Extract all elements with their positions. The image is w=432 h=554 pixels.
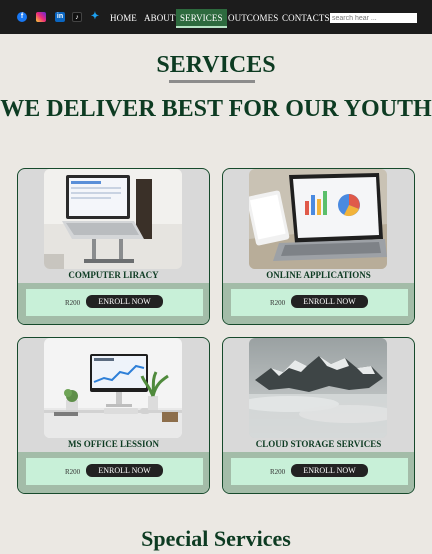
twitter-icon[interactable]: ✦ [90, 12, 100, 22]
enroll-button[interactable]: ENROLL NOW [86, 464, 163, 477]
service-card-online-applications: ONLINE APPLICATIONS R200 ENROLL NOW [222, 168, 415, 325]
price-box: R200 ENROLL NOW [26, 458, 203, 485]
enroll-button[interactable]: ENROLL NOW [86, 295, 163, 308]
price-label: R200 [270, 468, 286, 476]
card-title: MS OFFICE LESSION [67, 439, 160, 449]
laptop-on-stand-image [44, 169, 182, 269]
service-card-ms-office: MS OFFICE LESSION R200 ENROLL NOW [17, 337, 210, 494]
title-underline [169, 80, 255, 83]
card-footer: R200 ENROLL NOW [223, 452, 414, 493]
price-label: R200 [270, 299, 286, 307]
search-input[interactable] [330, 13, 417, 23]
nav-contacts-link[interactable]: CONTACTS [282, 13, 330, 23]
service-card-cloud-storage: CLOUD STORAGE SERVICES R200 ENROLL NOW [222, 337, 415, 494]
nav-outcomes-link[interactable]: OUTCOMES [228, 13, 278, 23]
facebook-icon[interactable]: f [17, 12, 27, 22]
price-label: R200 [65, 299, 81, 307]
top-nav: f in ♪ ✦ HOME ABOUT SERVICES OUTCOMES CO… [0, 0, 432, 34]
price-box: R200 ENROLL NOW [231, 289, 408, 316]
card-title: ONLINE APPLICATIONS [266, 270, 371, 280]
tiktok-icon[interactable]: ♪ [72, 12, 82, 22]
desktop-workspace-image [44, 338, 182, 438]
nav-home-link[interactable]: HOME [110, 13, 137, 23]
special-services-heading: Special Services [141, 526, 291, 551]
page-subtitle: WE DELIVER BEST FOR OUR YOUTH [0, 96, 432, 122]
instagram-icon[interactable] [36, 12, 46, 22]
price-label: R200 [65, 468, 81, 476]
page-title: SERVICES [156, 52, 276, 78]
card-footer: R200 ENROLL NOW [18, 283, 209, 324]
laptop-with-charts-image [249, 169, 387, 269]
card-footer: R200 ENROLL NOW [223, 283, 414, 324]
misty-mountain-image [249, 338, 387, 438]
card-title: COMPUTER LIRACY [68, 270, 159, 280]
enroll-button[interactable]: ENROLL NOW [291, 464, 368, 477]
nav-about-link[interactable]: ABOUT [144, 13, 176, 23]
nav-services-link[interactable]: SERVICES [176, 9, 227, 28]
price-box: R200 ENROLL NOW [231, 458, 408, 485]
card-footer: R200 ENROLL NOW [18, 452, 209, 493]
price-box: R200 ENROLL NOW [26, 289, 203, 316]
service-card-computer-literacy: COMPUTER LIRACY R200 ENROLL NOW [17, 168, 210, 325]
card-title: CLOUD STORAGE SERVICES [255, 439, 382, 449]
enroll-button[interactable]: ENROLL NOW [291, 295, 368, 308]
linkedin-icon[interactable]: in [55, 12, 65, 22]
